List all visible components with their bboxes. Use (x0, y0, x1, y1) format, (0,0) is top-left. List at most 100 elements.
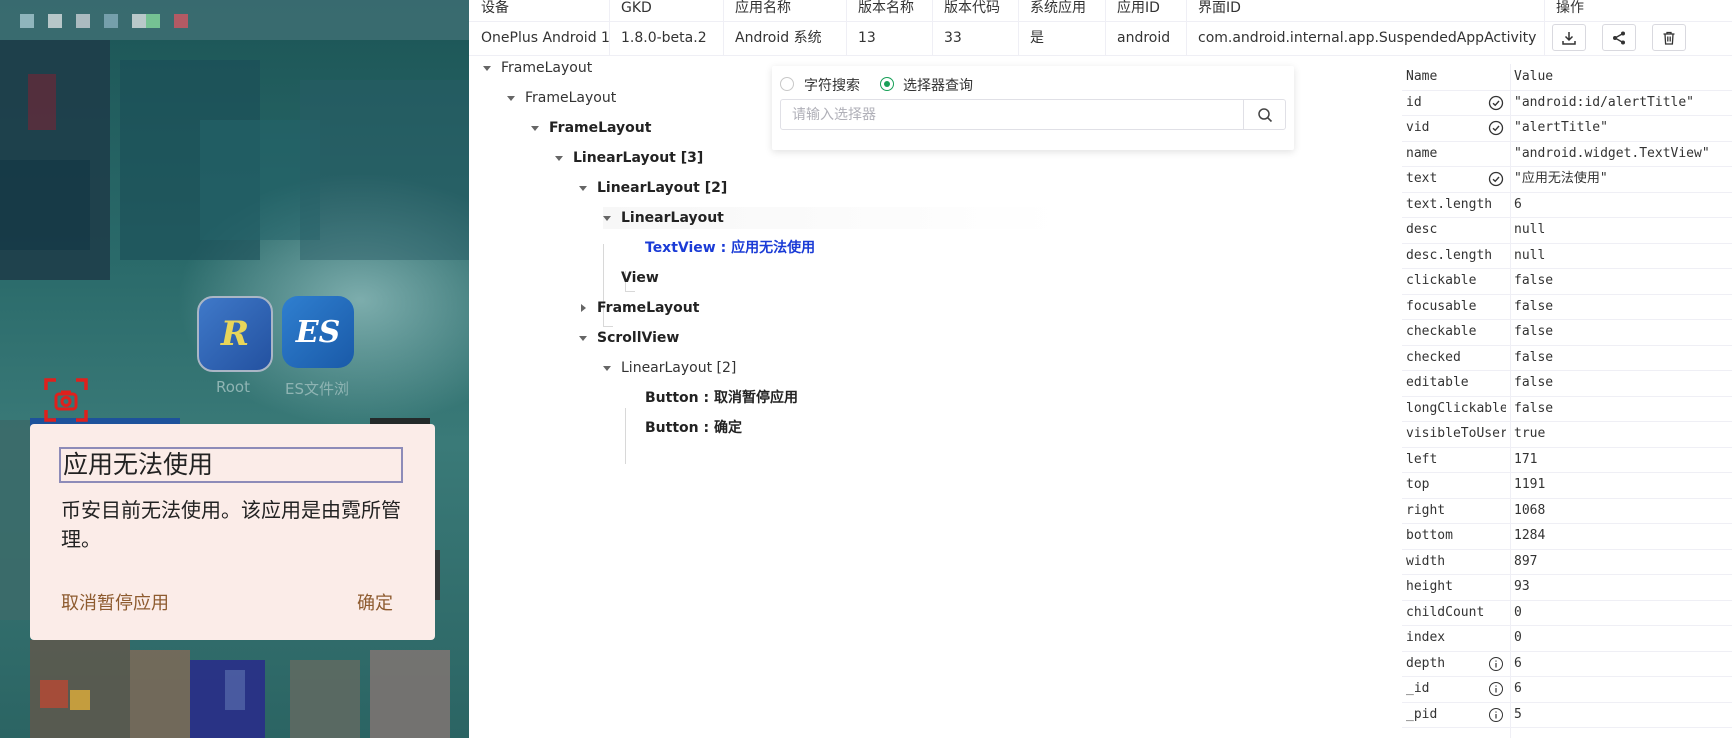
attribute-value[interactable]: 6 (1514, 192, 1729, 217)
header-gkd: GKD (621, 0, 652, 16)
attribute-value[interactable]: null (1514, 243, 1729, 268)
attribute-name: height (1406, 579, 1453, 594)
attribute-value[interactable]: false (1514, 345, 1729, 370)
attribute-row: id "android:id/alertTitle" (1402, 90, 1732, 116)
check-circle-icon[interactable] (1488, 120, 1504, 136)
attribute-value[interactable]: 0 (1514, 600, 1729, 625)
attribute-name: visibleToUser (1406, 426, 1506, 441)
search-icon (1257, 107, 1272, 122)
cell-app-id: android (1117, 30, 1171, 46)
column-separator (932, 0, 933, 56)
attribute-row: longClickable false (1402, 396, 1732, 422)
attribute-value[interactable]: "android.widget.TextView" (1514, 141, 1729, 166)
attribute-value[interactable]: 1284 (1514, 523, 1729, 548)
chevron-right-icon[interactable] (581, 304, 586, 312)
radio-selector-query[interactable] (880, 77, 894, 91)
attribute-row: childCount 0 (1402, 600, 1732, 626)
download-button[interactable] (1552, 24, 1586, 51)
attribute-name: focusable (1406, 298, 1477, 314)
header-app-id: 应用ID (1117, 0, 1160, 16)
chevron-down-icon[interactable] (603, 216, 611, 221)
attribute-row: depth 6 (1402, 651, 1732, 677)
radio-text-search[interactable] (780, 77, 794, 91)
download-icon (1562, 31, 1576, 45)
attribute-row: index 0 (1402, 625, 1732, 652)
cell-gkd: 1.8.0-beta.2 (621, 30, 707, 46)
dialog-title[interactable]: 应用无法使用 (59, 447, 403, 483)
search-button[interactable] (1243, 99, 1286, 130)
chevron-down-icon[interactable] (507, 96, 515, 101)
cell-activity-id: com.android.internal.app.SuspendedAppAct… (1198, 30, 1537, 46)
info-icon (1489, 656, 1503, 671)
attribute-value[interactable]: 5 (1514, 702, 1729, 727)
radio-label-selector-query[interactable]: 选择器查询 (903, 75, 973, 95)
check-circle-icon[interactable] (1488, 171, 1504, 187)
cell-app-name: Android 系统 (735, 30, 822, 46)
device-screenshot-preview[interactable]: R Root ES ES文件浏 应用无法使用 币安目前无法使用。该应用是由霓所管… (0, 0, 469, 738)
alert-dialog: 应用无法使用 币安目前无法使用。该应用是由霓所管理。 取消暂停应用 确定 (30, 424, 435, 640)
share-button[interactable] (1602, 24, 1636, 51)
attribute-value[interactable]: 1191 (1514, 472, 1729, 497)
attribute-name: width (1406, 553, 1446, 569)
attribute-value[interactable]: false (1514, 268, 1729, 293)
attribute-value[interactable]: null (1514, 217, 1729, 242)
chevron-down-icon[interactable] (579, 186, 587, 191)
chevron-down-icon[interactable] (483, 66, 491, 71)
chevron-down-icon[interactable] (603, 366, 611, 371)
attribute-header-row: Name Value (1402, 64, 1732, 91)
attribute-name: desc.length (1406, 247, 1493, 263)
info-icon (1489, 682, 1503, 696)
attribute-value[interactable]: 6 (1514, 676, 1729, 701)
check-circle-icon[interactable] (1488, 95, 1504, 111)
attribute-value[interactable]: 93 (1514, 574, 1729, 599)
cancel-suspend-button[interactable]: 取消暂停应用 (61, 589, 169, 615)
attribute-name: text.length (1406, 196, 1493, 212)
attribute-row: checkable false (1402, 319, 1732, 346)
header-value: Value (1514, 69, 1554, 84)
capture-icon[interactable] (44, 378, 88, 422)
chevron-down-icon[interactable] (579, 336, 587, 341)
tree-guide-line (625, 408, 626, 464)
attribute-value[interactable]: true (1514, 421, 1729, 446)
ok-button[interactable]: 确定 (357, 589, 393, 615)
attribute-row: editable false (1402, 370, 1732, 397)
attribute-value[interactable]: "android:id/alertTitle" (1514, 90, 1729, 115)
attribute-value[interactable]: 897 (1514, 549, 1729, 574)
attribute-name: editable (1406, 375, 1469, 390)
column-separator (609, 0, 610, 56)
selector-input[interactable] (780, 99, 1244, 130)
attribute-value[interactable]: 0 (1514, 625, 1729, 650)
attribute-value[interactable]: false (1514, 396, 1729, 421)
delete-icon (1663, 31, 1675, 45)
attribute-table: Name Value id "android:id/alertTitle" vid "… (1402, 64, 1732, 738)
attribute-name: index (1406, 630, 1446, 645)
attribute-row: height 93 (1402, 574, 1732, 601)
attribute-value[interactable]: 171 (1514, 447, 1729, 472)
root-explorer-icon[interactable]: R (197, 296, 273, 372)
attribute-value[interactable]: false (1514, 319, 1729, 344)
attribute-name: name (1406, 145, 1438, 161)
attribute-row: top 1191 (1402, 472, 1732, 499)
chevron-down-icon[interactable] (531, 126, 539, 131)
attribute-value[interactable]: "应用无法使用" (1514, 166, 1729, 191)
column-separator (1018, 0, 1019, 56)
attribute-value[interactable]: 1068 (1514, 498, 1729, 523)
attribute-row: desc null (1402, 217, 1732, 244)
attribute-name: checkable (1406, 324, 1477, 339)
share-icon (1613, 31, 1625, 44)
tree-guide-line (625, 291, 635, 292)
tree-node-linearlayout[interactable]: LinearLayout (603, 207, 1063, 229)
header-version-code: 版本代码 (944, 0, 1000, 16)
attribute-value[interactable]: "alertTitle" (1514, 115, 1729, 140)
delete-button[interactable] (1652, 24, 1686, 51)
attribute-value[interactable]: false (1514, 370, 1729, 395)
column-separator (723, 0, 724, 56)
attribute-value[interactable]: 6 (1514, 651, 1729, 676)
radio-label-text-search[interactable]: 字符搜索 (804, 75, 860, 95)
attribute-value[interactable]: false (1514, 294, 1729, 319)
attribute-row: clickable false (1402, 268, 1732, 295)
attribute-row: _pid 5 (1402, 702, 1732, 728)
es-file-explorer-icon[interactable]: ES (282, 296, 354, 368)
header-name: Name (1406, 69, 1438, 84)
chevron-down-icon[interactable] (555, 156, 563, 161)
